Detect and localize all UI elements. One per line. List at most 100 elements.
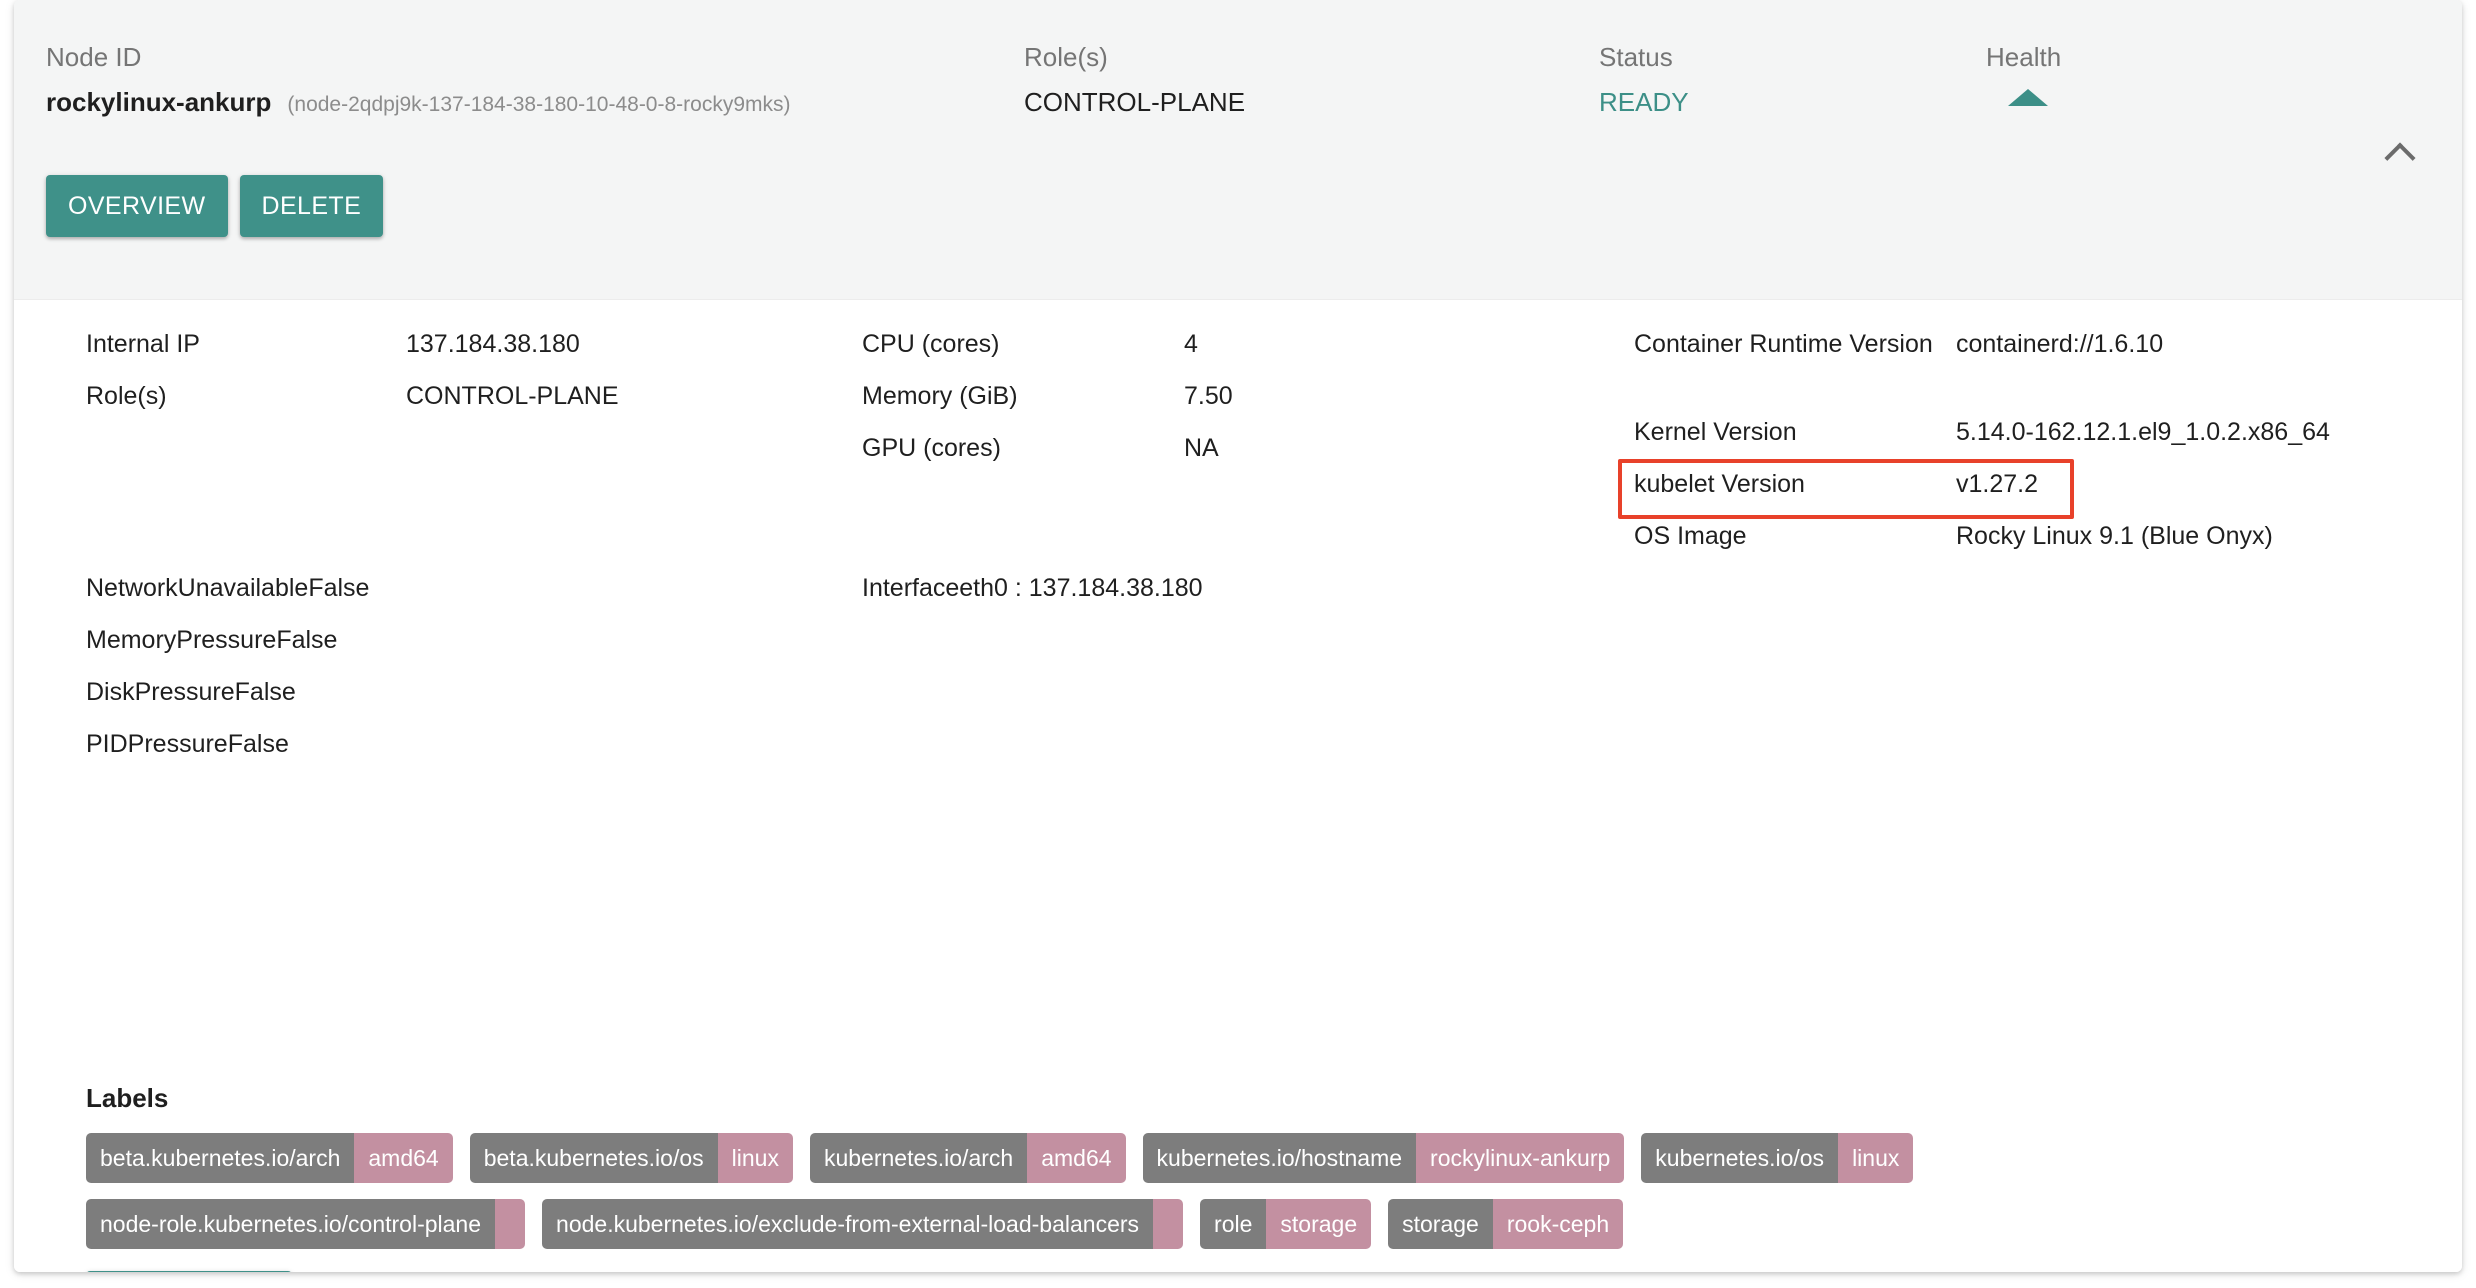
edit-labels-wrap: EDIT LABELS xyxy=(86,1271,2422,1272)
health-up-triangle-icon xyxy=(2008,89,2048,106)
label-chip-value xyxy=(495,1199,526,1249)
detail-key-disk-pressure: DiskPressure xyxy=(86,678,235,706)
label-chip-value: storage xyxy=(1266,1199,1372,1249)
detail-key-memory: Memory (GiB) xyxy=(862,382,1018,410)
node-id-value: rockylinux-ankurp xyxy=(46,87,272,117)
node-uid-value: (node-2qdpj9k-137-184-38-180-10-48-0-8-r… xyxy=(287,93,791,116)
detail-value-cpu: 4 xyxy=(1184,330,1198,358)
detail-value-internal-ip: 137.184.38.180 xyxy=(406,330,580,358)
details-column-interface: Interface eth0 : 137.184.38.180 xyxy=(862,572,1602,624)
detail-value-gpu: NA xyxy=(1184,434,1219,462)
labels-section: Labels beta.kubernetes.io/arch amd64 bet… xyxy=(86,1085,2422,1272)
detail-key-interface: Interface xyxy=(862,574,960,602)
detail-key-roles: Role(s) xyxy=(86,382,167,410)
label-chip[interactable]: node-role.kubernetes.io/control-plane xyxy=(86,1199,526,1249)
header-field-roles: Role(s) CONTROL-PLANE xyxy=(1024,44,1245,115)
label-chip-key: storage xyxy=(1388,1199,1493,1249)
label-chip[interactable]: storage rook-ceph xyxy=(1388,1199,1624,1249)
detail-row-interface: Interface eth0 : 137.184.38.180 xyxy=(862,572,1602,624)
header-label-health: Health xyxy=(1986,42,2062,72)
label-chip[interactable]: beta.kubernetes.io/os linux xyxy=(469,1133,793,1183)
label-chip[interactable]: node.kubernetes.io/exclude-from-external… xyxy=(542,1199,1184,1249)
label-chip-value: rockylinux-ankurp xyxy=(1416,1133,1625,1183)
header-field-health: Health xyxy=(1986,44,2061,106)
header-value-roles: CONTROL-PLANE xyxy=(1024,87,1246,117)
detail-key-container-runtime-version: Container Runtime Version xyxy=(1634,330,1933,358)
chevron-up-icon xyxy=(2384,142,2416,174)
labels-title: Labels xyxy=(86,1083,169,1113)
detail-row-memory: Memory (GiB) 7.50 xyxy=(862,380,1602,432)
label-chip-key: beta.kubernetes.io/os xyxy=(469,1133,718,1183)
label-chip[interactable]: beta.kubernetes.io/arch amd64 xyxy=(86,1133,453,1183)
detail-key-network-unavailable: NetworkUnavailable xyxy=(86,574,309,602)
detail-row-os-image: OS Image Rocky Linux 9.1 (Blue Onyx) xyxy=(1634,520,2424,572)
edit-labels-button[interactable]: EDIT LABELS xyxy=(86,1271,293,1272)
node-detail-page: Node ID rockylinux-ankurp (node-2qdpj9k-… xyxy=(0,0,2476,1288)
header-field-status: Status READY xyxy=(1599,44,1689,115)
card-header: Node ID rockylinux-ankurp (node-2qdpj9k-… xyxy=(14,0,2462,300)
detail-value-disk-pressure: False xyxy=(234,678,296,706)
label-chip-key: beta.kubernetes.io/arch xyxy=(86,1133,355,1183)
header-label-node-id: Node ID xyxy=(46,42,142,72)
overview-button[interactable]: OVERVIEW xyxy=(46,175,228,237)
detail-value-roles: CONTROL-PLANE xyxy=(406,382,619,410)
label-chip[interactable]: role storage xyxy=(1200,1199,1372,1249)
detail-key-pid-pressure: PIDPressure xyxy=(86,730,228,758)
detail-value-memory: 7.50 xyxy=(1184,382,1233,410)
details-column-conditions: NetworkUnavailable False MemoryPressure … xyxy=(86,572,846,780)
label-chip-value: rook-ceph xyxy=(1492,1199,1624,1249)
status-badge: READY xyxy=(1599,87,1689,117)
collapse-panel-button[interactable] xyxy=(2374,128,2426,180)
detail-value-os-image: Rocky Linux 9.1 (Blue Onyx) xyxy=(1956,522,2273,550)
label-chip-value: amd64 xyxy=(354,1133,453,1183)
detail-value-network-unavailable: False xyxy=(308,574,370,602)
detail-row-roles: Role(s) CONTROL-PLANE xyxy=(86,380,846,432)
detail-key-cpu: CPU (cores) xyxy=(862,330,1000,358)
detail-row-pid-pressure: PIDPressure False xyxy=(86,728,846,780)
detail-row-internal-ip: Internal IP 137.184.38.180 xyxy=(86,328,846,380)
label-chip-key: role xyxy=(1200,1199,1267,1249)
label-chip-value: amd64 xyxy=(1027,1133,1126,1183)
detail-row-cpu: CPU (cores) 4 xyxy=(862,328,1602,380)
label-chip[interactable]: kubernetes.io/arch amd64 xyxy=(809,1133,1126,1183)
detail-row-gpu: GPU (cores) NA xyxy=(862,432,1602,484)
detail-key-memory-pressure: MemoryPressure xyxy=(86,626,277,654)
card-body: Internal IP 137.184.38.180 Role(s) CONTR… xyxy=(14,300,2462,1272)
detail-row-container-runtime-version: Container Runtime Version containerd://1… xyxy=(1634,328,2424,416)
details-column-versions: Container Runtime Version containerd://1… xyxy=(1618,328,2424,572)
header-action-buttons: OVERVIEW DELETE xyxy=(46,175,384,237)
detail-value-kernel-version: 5.14.0-162.12.1.el9_1.0.2.x86_64 xyxy=(1956,418,2330,446)
detail-value-memory-pressure: False xyxy=(276,626,338,654)
detail-key-kernel-version: Kernel Version xyxy=(1634,418,1797,446)
labels-row-1: beta.kubernetes.io/arch amd64 beta.kuber… xyxy=(86,1133,2422,1183)
detail-value-container-runtime-version: containerd://1.6.10 xyxy=(1956,330,2164,358)
detail-row-network-unavailable: NetworkUnavailable False xyxy=(86,572,846,624)
label-chip-value: linux xyxy=(717,1133,793,1183)
detail-row-kernel-version: Kernel Version 5.14.0-162.12.1.el9_1.0.2… xyxy=(1634,416,2424,468)
label-chip-key: kubernetes.io/hostname xyxy=(1142,1133,1417,1183)
label-chip-key: kubernetes.io/arch xyxy=(809,1133,1028,1183)
detail-key-os-image: OS Image xyxy=(1634,522,1747,550)
label-chip-value: linux xyxy=(1838,1133,1914,1183)
label-chip-value xyxy=(1153,1199,1184,1249)
header-label-roles: Role(s) xyxy=(1024,42,1108,72)
node-id-row: rockylinux-ankurp (node-2qdpj9k-137-184-… xyxy=(46,89,791,117)
detail-key-kubelet-version: kubelet Version xyxy=(1634,470,1805,498)
node-detail-card: Node ID rockylinux-ankurp (node-2qdpj9k-… xyxy=(14,0,2462,1272)
details-column-resources: CPU (cores) 4 Memory (GiB) 7.50 GPU (cor… xyxy=(862,328,1602,484)
label-chip[interactable]: kubernetes.io/hostname rockylinux-ankurp xyxy=(1142,1133,1625,1183)
header-field-node-id: Node ID rockylinux-ankurp (node-2qdpj9k-… xyxy=(46,44,791,117)
header-summary-columns: Node ID rockylinux-ankurp (node-2qdpj9k-… xyxy=(14,0,2462,150)
detail-row-kubelet-version: kubelet Version v1.27.2 xyxy=(1618,459,2424,520)
detail-value-interface: eth0 : 137.184.38.180 xyxy=(959,574,1203,602)
detail-row-memory-pressure: MemoryPressure False xyxy=(86,624,846,676)
detail-value-kubelet-version: v1.27.2 xyxy=(1956,470,2039,498)
detail-row-disk-pressure: DiskPressure False xyxy=(86,676,846,728)
detail-key-internal-ip: Internal IP xyxy=(86,330,200,358)
label-chip-key: node.kubernetes.io/exclude-from-external… xyxy=(542,1199,1154,1249)
details-column-network: Internal IP 137.184.38.180 Role(s) CONTR… xyxy=(86,328,846,432)
delete-button[interactable]: DELETE xyxy=(239,175,384,237)
labels-row-2: node-role.kubernetes.io/control-plane no… xyxy=(86,1199,2422,1249)
label-chip[interactable]: kubernetes.io/os linux xyxy=(1641,1133,1914,1183)
label-chip-key: kubernetes.io/os xyxy=(1641,1133,1839,1183)
